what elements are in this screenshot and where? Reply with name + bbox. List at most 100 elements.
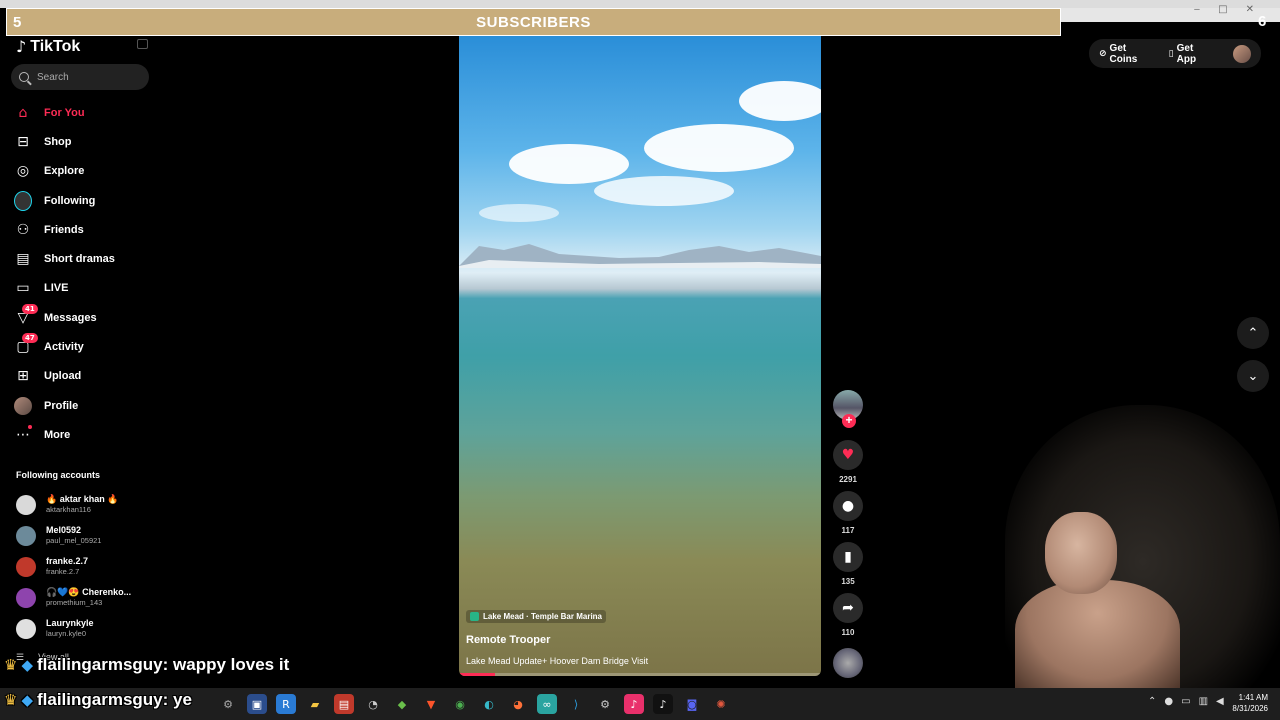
search-bar[interactable]	[11, 64, 149, 90]
app-icon[interactable]: ∞	[537, 694, 557, 714]
music-disc[interactable]	[833, 648, 863, 678]
save-button[interactable]: ▮	[833, 542, 863, 572]
compass-icon: ◎	[16, 163, 30, 180]
sidebar-item-explore[interactable]: ◎ Explore	[14, 157, 154, 186]
app-icon[interactable]: ⚙	[595, 694, 615, 714]
volume-icon[interactable]: ◀	[1216, 696, 1224, 707]
avatar	[14, 396, 32, 415]
taskbar-apps: ⚙ ▣ R ▰ ▤ ◔ ◆ ▼ ◉ ◐ ◕ ∞ ⟩ ⚙ ♪ ♪ ◙ ✺	[218, 694, 731, 714]
account-name: Laurynkyle	[46, 618, 94, 628]
cloud-shape	[594, 176, 734, 206]
sidebar-item-upload[interactable]: ⊞ Upload	[14, 362, 154, 391]
more-icon: ⋯	[16, 424, 32, 443]
app-icon[interactable]: ▣	[247, 694, 267, 714]
following-accounts-list: 🔥 aktar khan 🔥 aktarkhan116 Mel0592 paul_m…	[16, 489, 156, 644]
messages-badge: 41	[22, 303, 38, 314]
app-icon[interactable]: R	[276, 694, 296, 714]
cloud-shape	[739, 81, 821, 121]
sidebar-item-label: Upload	[44, 370, 82, 383]
location-icon	[470, 612, 479, 621]
comment-icon: ●	[841, 498, 855, 514]
logo-text: TikTok	[30, 37, 81, 55]
cloud-shape	[509, 144, 629, 184]
sidebar-item-label: Friends	[44, 223, 84, 236]
subscriber-goal-count: 6	[1258, 13, 1267, 30]
chrome-icon[interactable]: ◉	[450, 694, 470, 714]
sidebar-item-following[interactable]: Following	[14, 186, 154, 215]
avatar[interactable]	[1233, 44, 1251, 63]
sidebar-item-more[interactable]: ⋯ More	[14, 420, 154, 449]
creator-avatar[interactable]: +	[833, 390, 863, 428]
network-icon[interactable]: ▥	[1199, 696, 1208, 707]
phone-icon: ▯	[1168, 48, 1174, 59]
comment-button[interactable]: ●	[833, 491, 863, 521]
tiktok-icon[interactable]: ♪	[653, 694, 673, 714]
share-icon: ➦	[842, 600, 854, 616]
sidebar-item-for-you[interactable]: ⌂ For You	[14, 98, 154, 127]
following-account[interactable]: Mel0592 paul_mel_05921	[16, 520, 156, 551]
app-icon[interactable]: ◆	[392, 694, 412, 714]
edge-icon[interactable]: ◐	[479, 694, 499, 714]
window-strip	[0, 0, 1280, 8]
send-icon: ▽ 41	[14, 303, 38, 327]
account-name: Mel0592	[46, 525, 82, 535]
app-icon[interactable]: ⚙	[218, 694, 238, 714]
chat-text: flailingarmsguy: wappy loves it	[37, 655, 290, 674]
share-button[interactable]: ➦	[833, 593, 863, 623]
clock-date: 8/31/2026	[1232, 704, 1268, 713]
heart-icon: ♥	[841, 447, 855, 463]
like-button[interactable]: ♥	[833, 440, 863, 470]
chat-message: ♛ ◆ flailingarmsguy: wappy loves it	[4, 655, 289, 675]
sidebar-item-live[interactable]: ▭ LIVE	[14, 274, 154, 303]
display-icon[interactable]: ▭	[1181, 696, 1190, 707]
get-app-label: Get App	[1176, 42, 1197, 65]
collapse-sidebar-icon[interactable]	[137, 39, 148, 49]
shop-icon: ⊟	[17, 133, 29, 150]
brave-icon[interactable]: ▼	[421, 694, 441, 714]
video-progress-fill	[459, 673, 496, 676]
sidebar-item-shop[interactable]: ⊟ Shop	[14, 127, 154, 156]
sidebar-item-activity[interactable]: ▢ 47 Activity	[14, 332, 154, 361]
sidebar-item-friends[interactable]: ⚇ Friends	[14, 215, 154, 244]
following-account[interactable]: 🎧💙😍 Cherenko... promethium_143	[16, 582, 156, 613]
location-chip[interactable]: Lake Mead · Temple Bar Marina	[466, 610, 606, 623]
video-progress-bar[interactable]	[459, 673, 821, 676]
following-account[interactable]: Laurynkyle lauryn.kyle0	[16, 613, 156, 644]
tiktok-icon[interactable]: ♪	[624, 694, 644, 714]
notification-dot	[28, 424, 32, 429]
chat-text: flailingarmsguy: ye	[37, 690, 192, 709]
discord-icon[interactable]: ◙	[682, 694, 702, 714]
app-icon[interactable]: ◔	[363, 694, 383, 714]
following-account[interactable]: franke.2.7 franke.2.7	[16, 551, 156, 582]
avatar	[16, 556, 36, 577]
sidebar-item-short-dramas[interactable]: ▤ Short dramas	[14, 244, 154, 273]
tiktok-logo[interactable]: ♪ TikTok	[16, 37, 80, 56]
get-app-button[interactable]: ▯ Get App	[1169, 43, 1215, 65]
next-video-button[interactable]: ⌄	[1237, 360, 1269, 392]
microphone-icon[interactable]: ●	[1164, 696, 1173, 707]
follow-plus-icon[interactable]: +	[842, 414, 856, 428]
firefox-icon[interactable]: ◕	[508, 694, 528, 714]
following-icon	[14, 190, 32, 211]
following-accounts-heading: Following accounts	[16, 470, 101, 480]
video-meta: Lake Mead · Temple Bar Marina Remote Tro…	[466, 610, 648, 666]
friends-icon: ⚇	[16, 221, 30, 238]
video-player[interactable]: Lake Mead · Temple Bar Marina Remote Tro…	[459, 36, 821, 676]
account-handle: franke.2.7	[46, 567, 80, 576]
sidebar-item-messages[interactable]: ▽ 41 Messages	[14, 303, 154, 332]
sidebar-item-profile[interactable]: Profile	[14, 391, 154, 420]
previous-video-button[interactable]: ⌃	[1237, 317, 1269, 349]
crown-icon: ♛	[4, 656, 18, 674]
folder-icon[interactable]: ▰	[305, 694, 325, 714]
sidebar-item-label: More	[44, 428, 71, 441]
app-icon[interactable]: ✺	[711, 694, 731, 714]
chevron-up-icon[interactable]: ⌃	[1148, 696, 1156, 707]
account-name: 🔥 aktar khan 🔥	[46, 494, 119, 504]
taskbar-clock[interactable]: 1:41 AM 8/31/2026	[1226, 692, 1268, 714]
following-account[interactable]: 🔥 aktar khan 🔥 aktarkhan116	[16, 489, 156, 520]
get-coins-button[interactable]: ⊘ Get Coins	[1099, 43, 1157, 65]
vscode-icon[interactable]: ⟩	[566, 694, 586, 714]
video-author[interactable]: Remote Trooper	[466, 634, 648, 646]
search-input[interactable]	[37, 71, 137, 83]
app-icon[interactable]: ▤	[334, 694, 354, 714]
